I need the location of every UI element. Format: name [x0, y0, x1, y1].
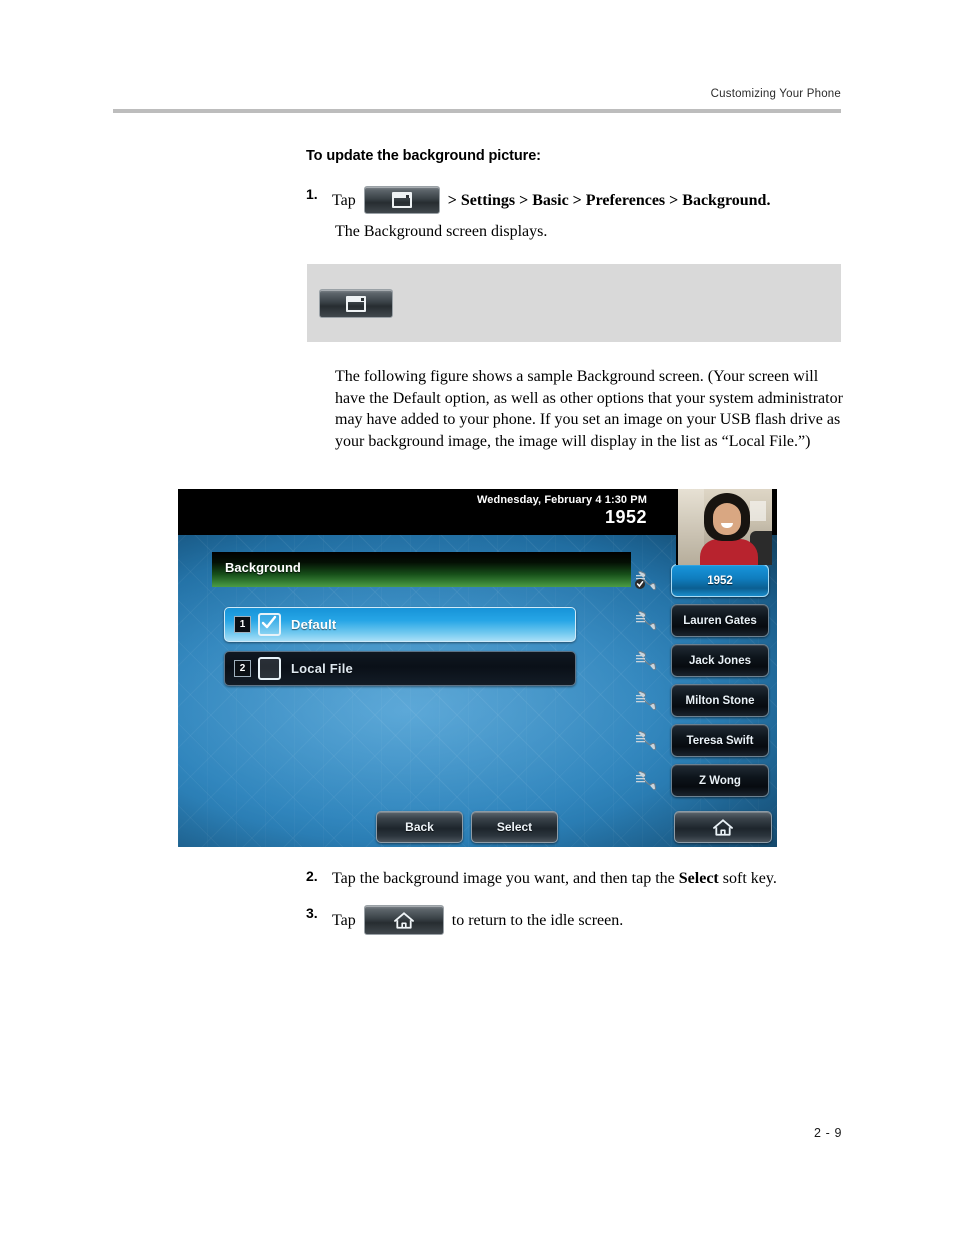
step-1-text-before: Tap: [332, 191, 356, 209]
step-1-text-after: > Settings > Basic > Preferences > Backg…: [447, 191, 771, 209]
header-rule: [113, 109, 841, 113]
list-item-label: Local File: [291, 661, 353, 676]
menu-window-icon-button-callout[interactable]: [319, 289, 393, 318]
step-3-text: Tap to return to the idle screen.: [332, 905, 623, 935]
soft-key-bar: Back Select: [178, 805, 777, 847]
page-header: Customizing Your Phone: [113, 88, 841, 113]
line-key-label: Lauren Gates: [671, 604, 769, 637]
step-1-subline: The Background screen displays.: [335, 223, 548, 240]
checkbox-checked[interactable]: [258, 613, 281, 636]
step-2-text: Tap the background image you want, and t…: [332, 870, 777, 887]
step-1: 1. Tap > Settings > Basic > Preferences …: [306, 186, 846, 214]
line-key-label: Z Wong: [671, 764, 769, 797]
menu-window-icon-button-inline[interactable]: [363, 186, 440, 214]
handset-icon: [634, 729, 658, 751]
home-icon: [713, 818, 733, 836]
line-key-milton-stone[interactable]: Milton Stone: [636, 684, 773, 717]
description-paragraph: The following figure shows a sample Back…: [335, 368, 843, 450]
screen-title-bar: Background: [212, 552, 631, 587]
step-1-number: 1.: [306, 186, 318, 202]
line-key-jack-jones[interactable]: Jack Jones: [636, 644, 773, 677]
step-3-text-before: Tap: [332, 911, 356, 929]
handset-icon: [634, 689, 658, 711]
line-key-label: 1952: [671, 564, 769, 597]
list-item-index: 2: [234, 660, 251, 677]
step-1-text: Tap > Settings > Basic > Preferences > B…: [332, 186, 770, 214]
line-key-lauren-gates[interactable]: Lauren Gates: [636, 604, 773, 637]
list-item[interactable]: 1 Default: [224, 607, 576, 642]
line-key-column: 1952 Lauren Gates Jack Jones Milton Ston…: [635, 564, 773, 804]
list-item-index: 1: [234, 616, 251, 633]
section-heading: To update the background picture:: [306, 148, 541, 164]
handset-registered-icon: [634, 569, 658, 591]
running-header-text: Customizing Your Phone: [710, 88, 841, 100]
line-key-label: Jack Jones: [671, 644, 769, 677]
line-key-label: Milton Stone: [671, 684, 769, 717]
soft-key-select[interactable]: Select: [471, 811, 558, 843]
home-icon-button-inline[interactable]: [363, 905, 444, 935]
line-key-label: Teresa Swift: [671, 724, 769, 757]
handset-icon: [634, 769, 658, 791]
step-3: 3. Tap to return to the idle screen.: [306, 905, 851, 935]
phone-screenshot: Wednesday, February 4 1:30 PM 1952 Backg…: [178, 489, 777, 847]
step-3-number: 3.: [306, 905, 318, 921]
line-key-z-wong[interactable]: Z Wong: [636, 764, 773, 797]
step-2-number: 2.: [306, 868, 318, 884]
home-icon: [393, 911, 414, 929]
avatar: [676, 489, 772, 565]
page-number: 2 - 9: [813, 1126, 842, 1140]
line-key-1952[interactable]: 1952: [635, 564, 773, 597]
checkbox-unchecked[interactable]: [258, 657, 281, 680]
line-key-teresa-swift[interactable]: Teresa Swift: [636, 724, 773, 757]
screen-title: Background: [225, 560, 301, 575]
handset-icon: [634, 609, 658, 631]
menu-window-icon: [346, 295, 366, 312]
handset-icon: [634, 649, 658, 671]
soft-key-back[interactable]: Back: [376, 811, 463, 843]
list-item-label: Default: [291, 617, 337, 632]
step-2: 2. Tap the background image you want, an…: [306, 868, 851, 889]
callout-box: [307, 264, 841, 342]
list-item[interactable]: 2 Local File: [224, 651, 576, 686]
status-bar-extension: 1952: [604, 507, 647, 527]
step-3-text-after: to return to the idle screen.: [451, 911, 624, 929]
menu-window-icon: [391, 192, 412, 208]
home-key-button[interactable]: [674, 811, 772, 843]
status-bar-datetime: Wednesday, February 4 1:30 PM: [477, 494, 647, 506]
